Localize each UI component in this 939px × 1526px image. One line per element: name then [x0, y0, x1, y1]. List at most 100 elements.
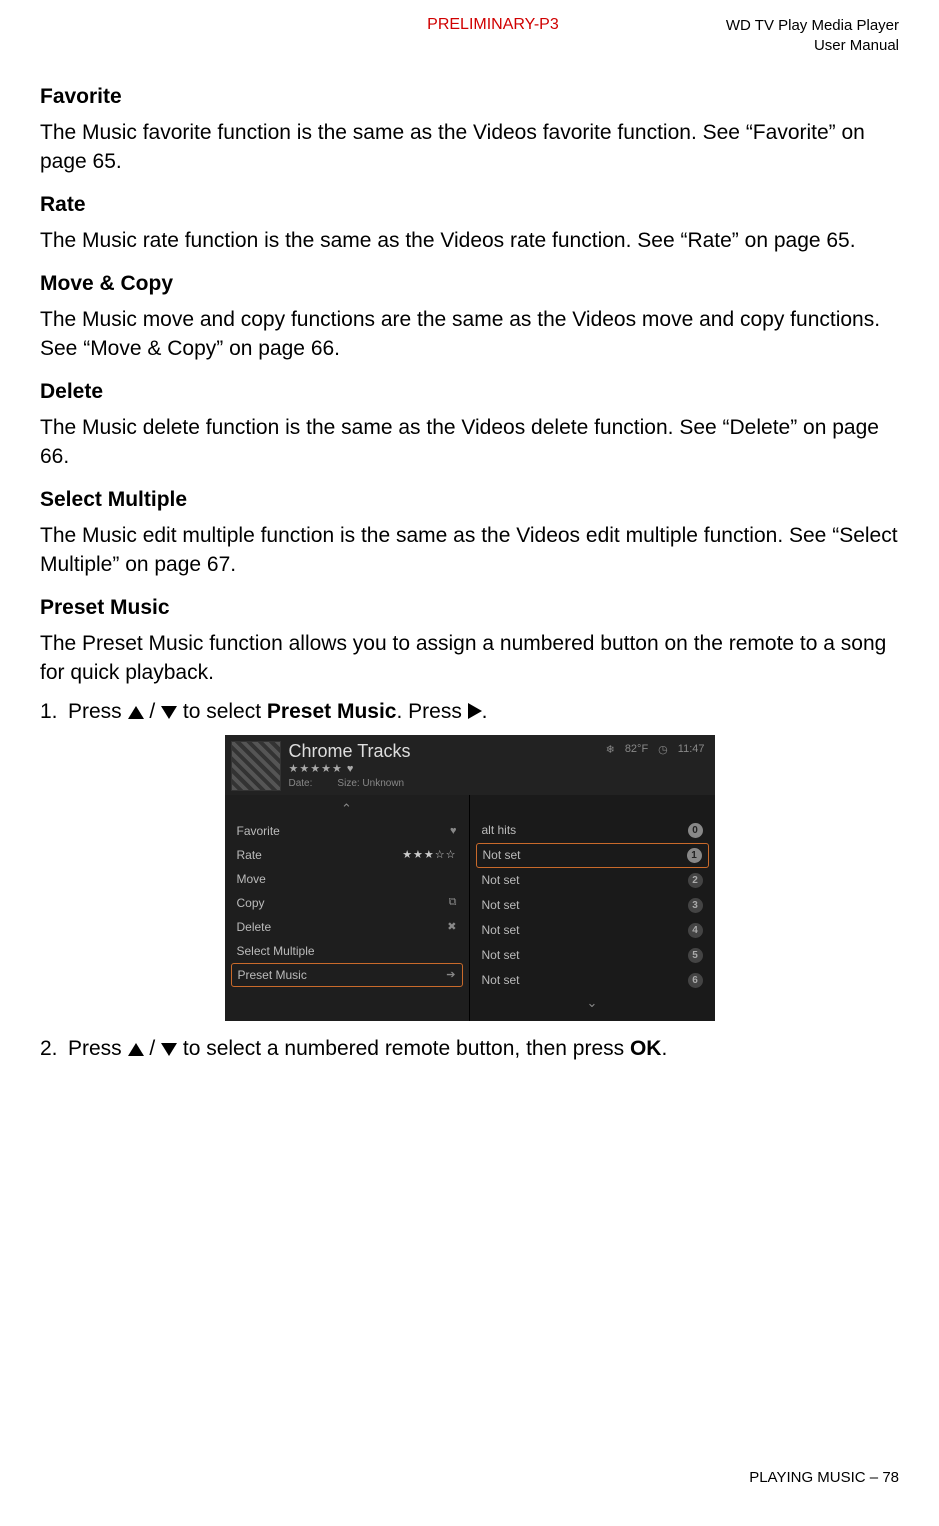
- footer-section: PLAYING MUSIC: [749, 1469, 865, 1486]
- step-2: 2. Press / to select a numbered remote b…: [40, 1035, 899, 1064]
- menu-selectmultiple-label: Select Multiple: [237, 944, 315, 958]
- album-art-icon: [231, 741, 281, 791]
- steps-list: 1. Press / to select Preset Music. Press…: [40, 698, 899, 727]
- step-1-text-a: Press: [68, 700, 128, 723]
- step-2-text-b: to select a numbered remote button, then…: [177, 1037, 630, 1060]
- chevron-down-icon: ⌄: [470, 993, 715, 1013]
- delete-icon: ✖: [447, 920, 456, 933]
- shot-meta: Date: Size: Unknown: [289, 778, 411, 789]
- step-1: 1. Press / to select Preset Music. Press…: [40, 698, 899, 727]
- arrow-right-icon: ➔: [446, 968, 455, 981]
- shot-header: Chrome Tracks ★★★★★ ♥ Date: Size: Unknow…: [225, 735, 715, 795]
- menu-selectmultiple[interactable]: Select Multiple: [225, 939, 469, 963]
- down-arrow-icon: [161, 706, 177, 719]
- step-2-ok: OK: [630, 1037, 662, 1060]
- product-name: WD TV Play Media Player: [726, 16, 899, 36]
- heading-movecopy: Move & Copy: [40, 272, 899, 296]
- chevron-up-icon: ⌃: [225, 799, 469, 819]
- shot-left-col: ⌃ Favorite ♥ Rate★★★☆☆ Move Copy ⧉ Delete ✖…: [225, 795, 470, 1021]
- shot-meta-size: Size: Unknown: [337, 778, 404, 789]
- menu-move-label: Move: [237, 872, 266, 886]
- heading-rate: Rate: [40, 193, 899, 217]
- num-5-icon: 5: [688, 948, 703, 963]
- shot-status-bar: ❄ 82°F ◷ 11:47: [606, 743, 705, 756]
- preset-4[interactable]: Not set 4: [470, 918, 715, 943]
- step-2-text-c: .: [661, 1037, 667, 1060]
- heading-delete: Delete: [40, 380, 899, 404]
- doc-type: User Manual: [726, 36, 899, 56]
- num-1-icon: 1: [687, 848, 702, 863]
- menu-presetmusic[interactable]: Preset Music ➔: [231, 963, 463, 987]
- footer-page: 78: [882, 1469, 899, 1486]
- preset-5[interactable]: Not set 5: [470, 943, 715, 968]
- step-1-number: 1.: [40, 698, 58, 727]
- menu-copy-label: Copy: [237, 896, 265, 910]
- heading-presetmusic: Preset Music: [40, 596, 899, 620]
- num-0-icon: 0: [688, 823, 703, 838]
- heading-selectmultiple: Select Multiple: [40, 488, 899, 512]
- slash: /: [144, 1037, 162, 1060]
- play-icon: [468, 703, 482, 719]
- spacer: [470, 799, 715, 818]
- step-1-preset: Preset Music: [267, 700, 397, 723]
- para-movecopy: The Music move and copy functions are th…: [40, 306, 899, 364]
- preset-1-label: Not set: [483, 848, 521, 862]
- para-favorite: The Music favorite function is the same …: [40, 119, 899, 177]
- preset-5-label: Not set: [482, 948, 520, 962]
- menu-favorite[interactable]: Favorite ♥: [225, 819, 469, 843]
- preset-4-label: Not set: [482, 923, 520, 937]
- clock-icon: ◷: [658, 743, 668, 756]
- heart-icon: ♥: [450, 825, 457, 837]
- copy-icon: ⧉: [449, 896, 457, 909]
- preset-3[interactable]: Not set 3: [470, 893, 715, 918]
- page-header: PRELIMINARY-P3 WD TV Play Media Player U…: [40, 16, 899, 55]
- shot-time: 11:47: [678, 743, 705, 755]
- num-6-icon: 6: [688, 973, 703, 988]
- para-selectmultiple: The Music edit multiple function is the …: [40, 522, 899, 580]
- weather-icon: ❄: [606, 743, 615, 756]
- footer-sep: –: [866, 1469, 883, 1486]
- up-arrow-icon: [128, 1043, 144, 1056]
- menu-rate[interactable]: Rate★★★☆☆: [225, 843, 469, 867]
- menu-delete[interactable]: Delete ✖: [225, 915, 469, 939]
- steps-list-2: 2. Press / to select a numbered remote b…: [40, 1035, 899, 1064]
- para-delete: The Music delete function is the same as…: [40, 414, 899, 472]
- menu-delete-label: Delete: [237, 920, 272, 934]
- up-arrow-icon: [128, 706, 144, 719]
- menu-favorite-label: Favorite: [237, 824, 280, 838]
- shot-columns: ⌃ Favorite ♥ Rate★★★☆☆ Move Copy ⧉ Delete ✖…: [225, 795, 715, 1021]
- step-1-text-b: to select: [177, 700, 267, 723]
- step-2-text-a: Press: [68, 1037, 128, 1060]
- menu-copy[interactable]: Copy ⧉: [225, 891, 469, 915]
- shot-right-col: alt hits 0 Not set 1 Not set 2 Not set 3 Not…: [470, 795, 715, 1021]
- heading-favorite: Favorite: [40, 85, 899, 109]
- step-2-number: 2.: [40, 1035, 58, 1064]
- shot-header-text: Chrome Tracks ★★★★★ ♥ Date: Size: Unknow…: [289, 741, 411, 789]
- slash: /: [144, 700, 162, 723]
- menu-presetmusic-label: Preset Music: [238, 968, 307, 982]
- down-arrow-icon: [161, 1043, 177, 1056]
- para-rate: The Music rate function is the same as t…: [40, 227, 899, 256]
- menu-move[interactable]: Move: [225, 867, 469, 891]
- para-presetmusic: The Preset Music function allows you to …: [40, 630, 899, 688]
- page-footer: PLAYING MUSIC – 78: [749, 1469, 899, 1486]
- preset-2[interactable]: Not set 2: [470, 868, 715, 893]
- preset-0[interactable]: alt hits 0: [470, 818, 715, 843]
- preset-3-label: Not set: [482, 898, 520, 912]
- step-1-text-d: .: [482, 700, 488, 723]
- preset-2-label: Not set: [482, 873, 520, 887]
- preset-0-label: alt hits: [482, 823, 517, 837]
- num-4-icon: 4: [688, 923, 703, 938]
- product-header: WD TV Play Media Player User Manual: [726, 16, 899, 55]
- content: Favorite The Music favorite function is …: [40, 85, 899, 1064]
- shot-rating-icon: ★★★★★ ♥: [289, 762, 411, 775]
- stars-icon: ★★★☆☆: [402, 848, 456, 861]
- page: PRELIMINARY-P3 WD TV Play Media Player U…: [0, 0, 939, 1526]
- num-3-icon: 3: [688, 898, 703, 913]
- num-2-icon: 2: [688, 873, 703, 888]
- preliminary-stamp: PRELIMINARY-P3: [260, 16, 726, 34]
- shot-meta-date: Date:: [289, 778, 313, 789]
- preset-1[interactable]: Not set 1: [476, 843, 709, 868]
- ui-screenshot: Chrome Tracks ★★★★★ ♥ Date: Size: Unknow…: [225, 735, 715, 1021]
- preset-6[interactable]: Not set6: [470, 968, 715, 993]
